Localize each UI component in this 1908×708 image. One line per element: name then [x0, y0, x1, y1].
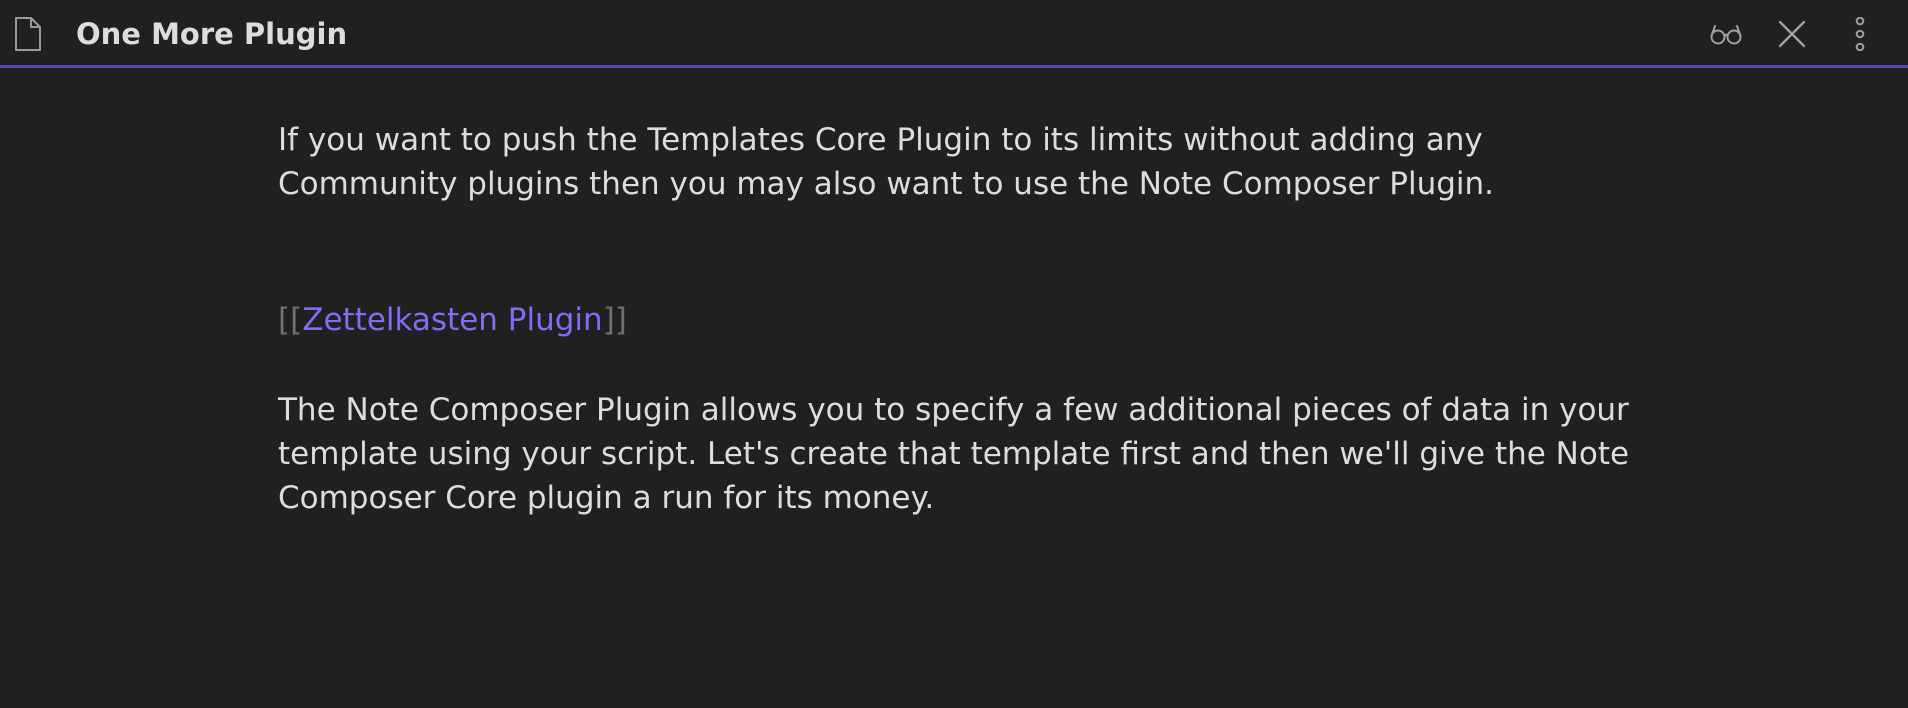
glasses-icon	[1710, 25, 1742, 45]
file-icon	[14, 16, 42, 52]
close-button[interactable]	[1774, 17, 1810, 51]
view-header: One More Plugin	[0, 0, 1908, 68]
more-vertical-icon	[1855, 16, 1865, 52]
link-close-brackets: ]]	[602, 302, 627, 338]
internal-link[interactable]: Zettelkasten Plugin	[302, 302, 602, 338]
paragraph: If you want to push the Templates Core P…	[278, 122, 1495, 202]
note-title[interactable]: One More Plugin	[76, 14, 347, 54]
close-icon	[1778, 20, 1806, 48]
reading-view-button[interactable]	[1708, 17, 1744, 51]
link-open-brackets: [[	[278, 302, 303, 338]
paragraph: The Note Composer Plugin allows you to s…	[278, 392, 1630, 516]
note-view: One More Plugin If you want to push the …	[0, 0, 1908, 708]
internal-link-line: [[Zettelkasten Plugin]]	[278, 298, 627, 342]
more-options-button[interactable]	[1842, 16, 1878, 52]
